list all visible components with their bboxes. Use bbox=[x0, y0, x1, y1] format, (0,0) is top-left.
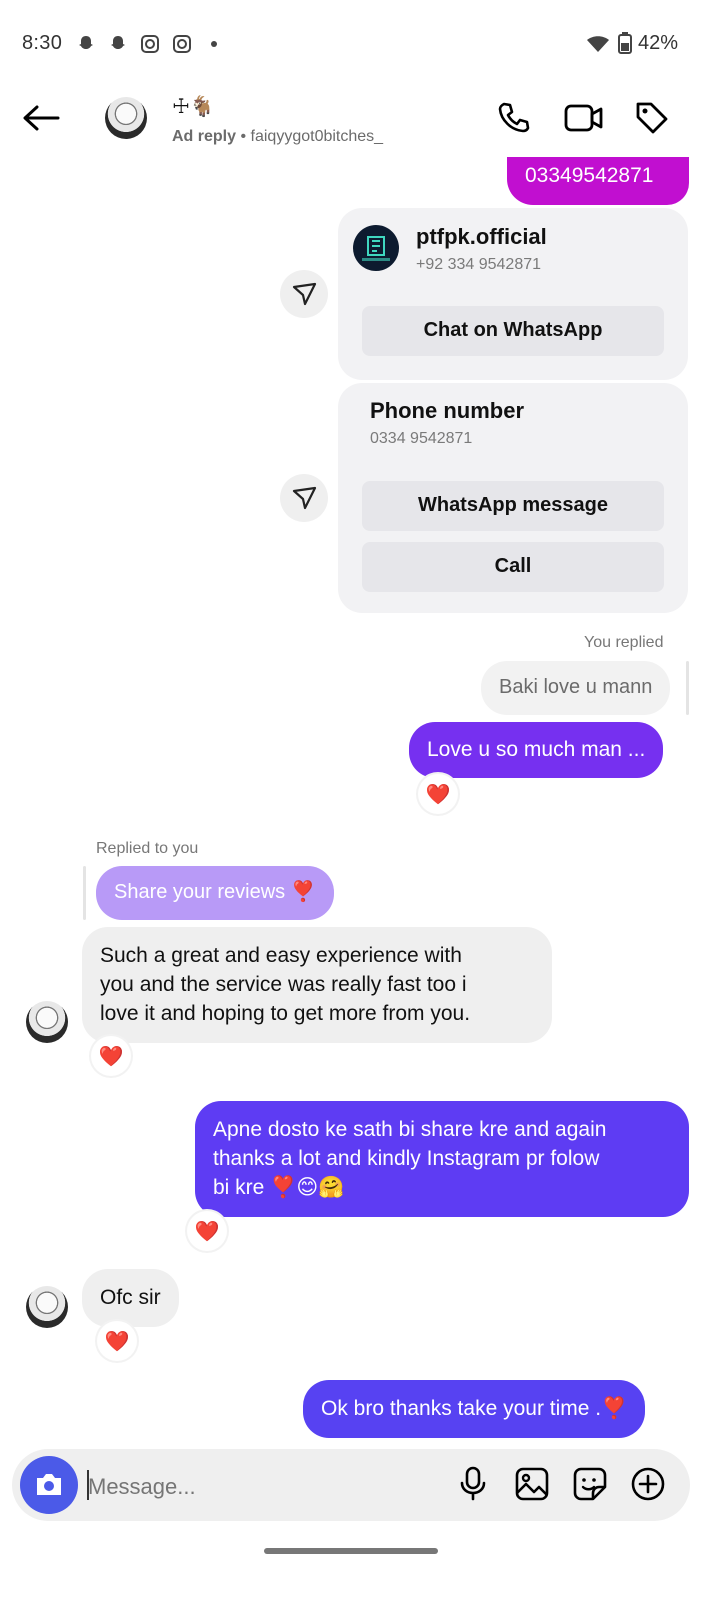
snapchat-notification-icon-2 bbox=[111, 36, 125, 49]
status-bar: 8:30 42% bbox=[0, 0, 714, 80]
battery-percentage: 42% bbox=[637, 32, 678, 54]
video-call-icon[interactable] bbox=[564, 102, 604, 134]
whatsapp-message-button[interactable]: WhatsApp message bbox=[362, 481, 664, 531]
share-button-2[interactable] bbox=[280, 474, 328, 522]
snapchat-notification-icon bbox=[79, 36, 93, 49]
sender-avatar-2[interactable] bbox=[26, 1286, 68, 1328]
sticker-icon[interactable] bbox=[572, 1466, 608, 1502]
sender-avatar[interactable] bbox=[26, 1001, 68, 1043]
message-bubble-incoming[interactable]: Such a great and easy experience with yo… bbox=[82, 927, 552, 1043]
message-bubble-outgoing-3[interactable]: Apne dosto ke sath bi share kre and agai… bbox=[195, 1101, 689, 1217]
share-icon-2 bbox=[292, 486, 317, 510]
contact-card-name: ptfpk.official bbox=[416, 224, 547, 249]
ad-reply-label: Ad reply bbox=[172, 128, 237, 145]
wifi-icon bbox=[587, 36, 609, 52]
phone-card-heading: Phone number bbox=[370, 398, 525, 423]
gallery-icon[interactable] bbox=[514, 1466, 550, 1502]
message-bubble-outgoing-4[interactable]: Ok bro thanks take your time .❣️ bbox=[303, 1380, 646, 1438]
quoted-message[interactable]: Baki love u mann bbox=[481, 661, 671, 715]
reply-indicator-line bbox=[686, 661, 689, 715]
message-bubble-incoming-2[interactable]: Ofc sir bbox=[82, 1269, 179, 1327]
share-button[interactable] bbox=[280, 270, 328, 318]
heart-reaction[interactable]: ❤️ bbox=[418, 774, 458, 814]
call-button[interactable]: Call bbox=[362, 542, 664, 592]
add-icon[interactable] bbox=[630, 1466, 666, 1502]
phone-card-number: 0334 9542871 bbox=[370, 430, 473, 447]
heart-reaction-4[interactable]: ❤️ bbox=[97, 1321, 137, 1361]
battery-icon bbox=[618, 32, 632, 54]
reply-indicator-line-2 bbox=[83, 866, 86, 920]
quoted-message-2[interactable]: Share your reviews ❣️ bbox=[96, 866, 334, 920]
home-gesture-bar[interactable] bbox=[264, 1548, 438, 1554]
subtitle-separator: • bbox=[240, 128, 247, 145]
heart-reaction-3[interactable]: ❤️ bbox=[187, 1211, 227, 1251]
chat-on-whatsapp-button[interactable]: Chat on WhatsApp bbox=[362, 306, 664, 356]
back-arrow-icon[interactable] bbox=[22, 104, 60, 132]
replied-to-you-label: Replied to you bbox=[96, 840, 199, 857]
message-bubble-outgoing-2[interactable]: Love u so much man ... bbox=[409, 722, 664, 778]
contact-avatar[interactable] bbox=[105, 97, 147, 139]
contact-name[interactable]: ☩🐐 bbox=[172, 94, 215, 118]
business-logo bbox=[353, 225, 399, 271]
voice-call-icon[interactable] bbox=[496, 100, 532, 136]
microphone-icon[interactable] bbox=[458, 1466, 488, 1502]
more-notifications-dot-icon bbox=[211, 41, 217, 47]
heart-reaction-2[interactable]: ❤️ bbox=[91, 1036, 131, 1076]
contact-username: faiqyygot0bitches_ bbox=[250, 128, 384, 145]
share-icon bbox=[292, 282, 317, 306]
instagram-notification-icon bbox=[141, 35, 159, 53]
camera-icon bbox=[37, 1474, 61, 1495]
status-time: 8:30 bbox=[22, 32, 63, 54]
instagram-notification-icon-2 bbox=[173, 35, 191, 53]
camera-button[interactable] bbox=[20, 1456, 78, 1514]
logo-mark-icon bbox=[362, 236, 390, 261]
you-replied-label: You replied bbox=[584, 634, 664, 651]
message-input[interactable] bbox=[88, 1472, 418, 1502]
tag-icon[interactable] bbox=[634, 100, 670, 136]
contact-subtitle[interactable]: Ad reply • faiqyygot0bitches_ bbox=[172, 128, 383, 146]
contact-card-number: +92 334 9542871 bbox=[416, 256, 542, 273]
chat-header bbox=[0, 80, 714, 165]
message-bubble-outgoing[interactable]: 03349542871 bbox=[507, 157, 689, 205]
